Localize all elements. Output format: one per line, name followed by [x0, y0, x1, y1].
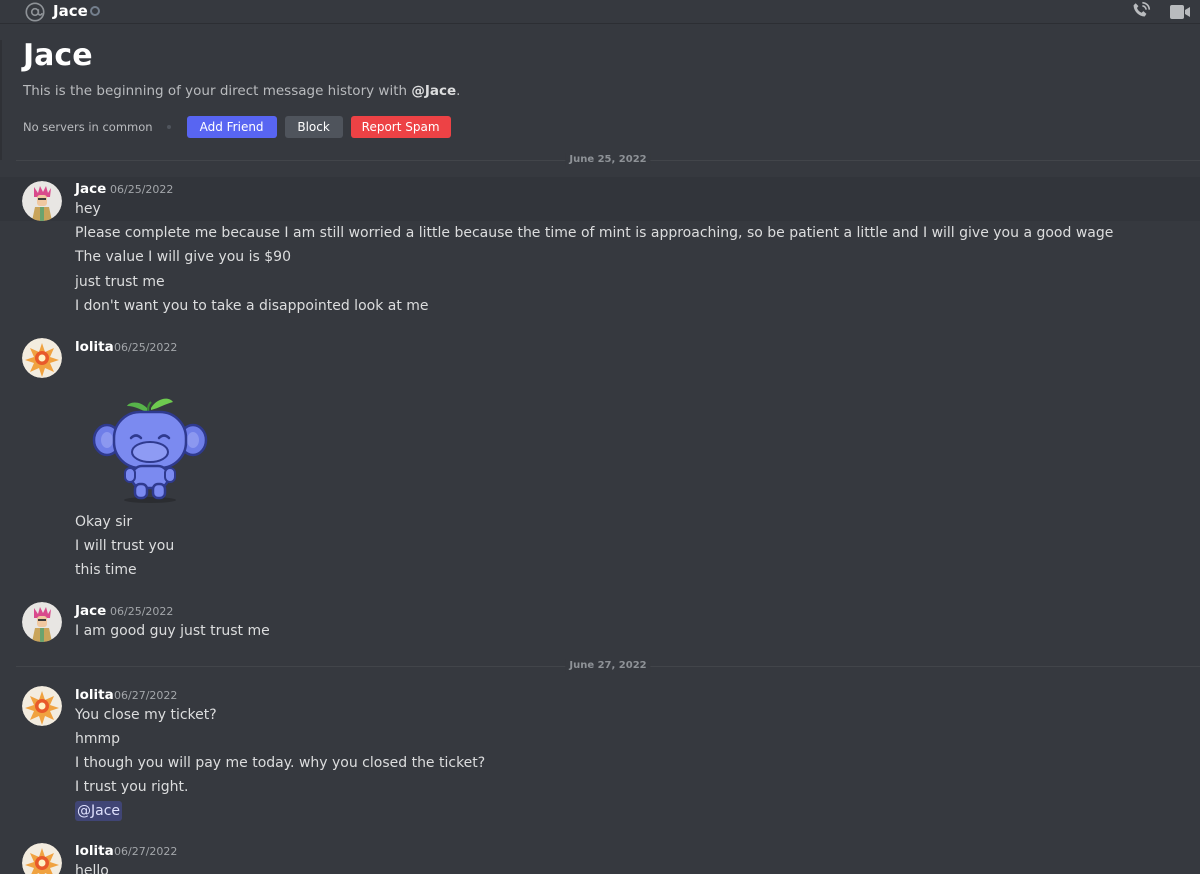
header-title: Jace: [53, 2, 88, 20]
message-author[interactable]: lolita: [75, 842, 114, 860]
message-timestamp: 06/25/2022: [110, 605, 174, 618]
message-line: You close my ticket?: [75, 707, 217, 723]
lolita-avatar[interactable]: [22, 686, 62, 726]
channel-header: Jace: [0, 0, 1200, 24]
add-friend-button[interactable]: Add Friend: [186, 116, 277, 138]
phone-call-icon[interactable]: [1130, 0, 1152, 22]
message-line: just trust me: [75, 274, 165, 290]
message-line: hello: [75, 863, 109, 874]
date-divider: June 27, 2022: [16, 659, 1200, 673]
lolita-avatar[interactable]: [22, 843, 62, 874]
message-line: I am good guy just trust me: [75, 623, 270, 639]
report-spam-button[interactable]: Report Spam: [350, 116, 451, 138]
message-author[interactable]: Jace: [75, 180, 106, 198]
intro-description-suffix: .: [456, 83, 461, 99]
separator-dot: [166, 125, 171, 129]
at-icon: [25, 2, 45, 22]
message-author[interactable]: lolita: [75, 338, 114, 356]
no-servers-label: No servers in common: [23, 120, 153, 134]
user-mention[interactable]: @Jace: [75, 801, 123, 821]
dm-window: Jace Jace This is the beginning of your …: [0, 0, 1200, 874]
intro-actions: No servers in common Add Friend Block Re…: [23, 116, 459, 138]
lolita-avatar[interactable]: [22, 338, 62, 378]
intro-description-mention[interactable]: @Jace: [411, 83, 456, 99]
message-author[interactable]: Jace: [75, 602, 106, 620]
intro-description-prefix: This is the beginning of your direct mes…: [23, 83, 412, 99]
jace-avatar[interactable]: [22, 181, 62, 221]
divider-date: June 27, 2022: [565, 659, 651, 673]
message-line: The value I will give you is $90: [75, 249, 291, 265]
message-hover-highlight: [0, 177, 1200, 221]
message-line: Okay sir: [75, 514, 133, 530]
message-timestamp: 06/25/2022: [110, 183, 174, 196]
message-line: hmmp: [75, 731, 121, 747]
message-line: I will trust you: [75, 538, 175, 554]
video-call-icon[interactable]: [1168, 2, 1192, 22]
message-line: I don't want you to take a disappointed …: [75, 298, 429, 314]
jace-avatar[interactable]: [22, 602, 62, 642]
offline-status-icon: [90, 6, 100, 16]
dm-intro-name: Jace: [23, 38, 93, 73]
message-line: I though you will pay me today. why you …: [75, 755, 486, 771]
wumpus-sticker[interactable]: [87, 394, 213, 506]
block-button[interactable]: Block: [284, 116, 343, 138]
message-line: this time: [75, 562, 137, 578]
message-line: hey: [75, 201, 101, 217]
message-timestamp: 06/27/2022: [114, 845, 178, 858]
message-line: Please complete me because I am still wo…: [75, 225, 1114, 241]
message-timestamp: 06/27/2022: [114, 689, 178, 702]
message-timestamp: 06/25/2022: [114, 341, 178, 354]
divider-date: June 25, 2022: [565, 153, 651, 167]
date-divider: June 25, 2022: [16, 153, 1200, 167]
message-author[interactable]: lolita: [75, 686, 114, 704]
dm-intro-description: This is the beginning of your direct mes…: [23, 82, 460, 100]
message-line: I trust you right.: [75, 779, 189, 795]
sidebar-edge: [0, 40, 2, 160]
